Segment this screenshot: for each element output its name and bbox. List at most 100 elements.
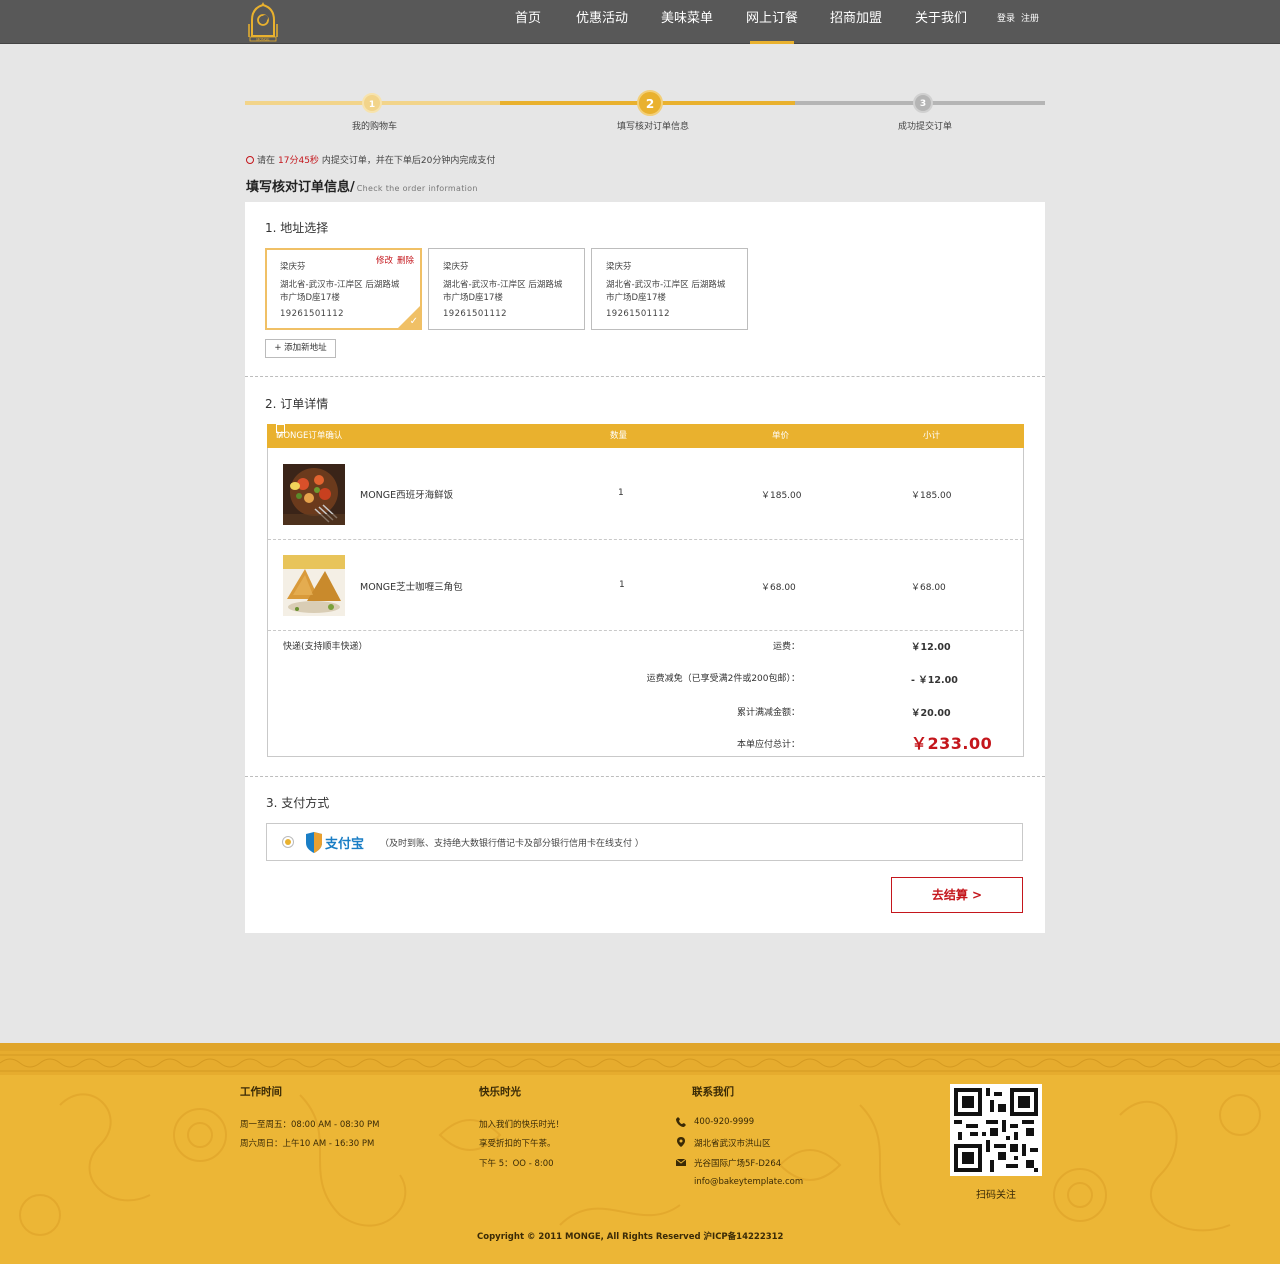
- order-row: MONGE西班牙海鲜饭 1 ￥185.00 ￥185.00: [268, 448, 1023, 540]
- address-name: 梁庆芬: [606, 262, 632, 272]
- nav-promotions[interactable]: 优惠活动: [574, 0, 630, 44]
- item-name: MONGE芝士咖喱三角包: [360, 582, 463, 593]
- top-navigation-bar: MONGE 首页 优惠活动 美味菜单 网上订餐 招商加盟 关于我们 登录 注册: [0, 0, 1280, 44]
- item-name: MONGE西班牙海鲜饭: [360, 490, 454, 501]
- checkout-button[interactable]: 去结算 >: [891, 877, 1023, 913]
- nav-online-order[interactable]: 网上订餐: [744, 0, 800, 44]
- footer-happy-line: 加入我们的快乐时光！: [479, 1120, 565, 1130]
- nav-menu[interactable]: 美味菜单: [659, 0, 715, 44]
- footer-hours-title: 工作时间: [240, 1086, 282, 1098]
- footer-hours-weekend: 周六周日：上午10 AM - 16:30 PM: [240, 1139, 375, 1149]
- footer-happy-line: 享受折扣的下午茶。: [479, 1139, 556, 1149]
- step-3-label: 成功提交订单: [898, 122, 953, 132]
- step-3-circle: 3: [913, 93, 933, 113]
- notice-prefix: 请在: [257, 156, 276, 166]
- mail-icon: [676, 1158, 686, 1166]
- shipping-method: 快递(支持顺丰快递）: [283, 642, 368, 652]
- address-phone: 19261501112: [443, 309, 507, 319]
- col-qty: 数量: [610, 431, 628, 441]
- address-section-title: 1. 地址选择: [265, 221, 329, 235]
- footer-address-1: 湖北省武汉市洪山区: [694, 1139, 771, 1149]
- copyright: Copyright © 2011 MONGE, All Rights Reser…: [477, 1232, 784, 1242]
- payment-option-alipay[interactable]: 支付宝 （及时到账、支持绝大数银行借记卡及部分银行信用卡在线支付 ）: [266, 823, 1023, 861]
- footer: 工作时间 周一至周五：08:00 AM - 08:30 PM 周六周日：上午10…: [0, 1043, 1280, 1264]
- address-line: 市广场D座17楼: [606, 293, 666, 303]
- address-actions: 修改 删除: [372, 255, 414, 268]
- grand-total-value: ￥233.00: [911, 734, 993, 753]
- nav-home[interactable]: 首页: [508, 0, 548, 44]
- register-link[interactable]: 注册: [1021, 0, 1039, 40]
- check-icon: ✓: [409, 316, 418, 327]
- col-subtotal: 小计: [923, 431, 941, 441]
- nav-franchise[interactable]: 招商加盟: [828, 0, 884, 44]
- clock-icon: [246, 155, 254, 164]
- total-saved-value: ￥20.00: [911, 708, 951, 719]
- order-table: ✓ MONGE订单确认 数量 单价 小计 MONGE西班牙海鲜饭 1 ￥185.…: [267, 424, 1024, 757]
- footer-email[interactable]: info@bakeytemplate.com: [694, 1177, 803, 1187]
- footer-happy-line: 下午 5：OO - 8:00: [479, 1159, 554, 1169]
- qr-label: 扫码关注: [976, 1190, 1016, 1201]
- payment-section-title: 3. 支付方式: [266, 796, 330, 810]
- address-card-2[interactable]: 梁庆芬 湖北省-武汉市-江岸区 后湖路城 市广场D座17楼 1926150111…: [428, 248, 585, 330]
- address-line: 市广场D座17楼: [280, 293, 340, 303]
- edit-address-link[interactable]: 修改: [376, 256, 393, 266]
- freight-value: ￥12.00: [911, 642, 951, 653]
- payment-description: （及时到账、支持绝大数银行借记卡及部分银行信用卡在线支付 ）: [380, 839, 644, 849]
- address-name: 梁庆芬: [443, 262, 469, 272]
- address-card-3[interactable]: 梁庆芬 湖北省-武汉市-江岸区 后湖路城 市广场D座17楼 1926150111…: [591, 248, 748, 330]
- footer-ornament-border: [0, 1051, 1280, 1075]
- footer-top-band: [0, 1043, 1280, 1051]
- step-2-circle: 2: [637, 90, 663, 116]
- footer-hours-weekday: 周一至周五：08:00 AM - 08:30 PM: [240, 1120, 380, 1130]
- alipay-radio[interactable]: [282, 836, 294, 848]
- add-address-button[interactable]: + 添加新地址: [265, 339, 336, 358]
- delete-address-link[interactable]: 删除: [397, 256, 414, 266]
- freight-label: 运费：: [772, 642, 800, 652]
- freight-discount-value: - ￥12.00: [911, 675, 958, 686]
- curry-samosa-image: [283, 555, 345, 616]
- address-line: 湖北省-武汉市-江岸区 后湖路城: [443, 280, 563, 290]
- footer-phone[interactable]: 400-920-9999: [694, 1117, 754, 1127]
- nav-about[interactable]: 关于我们: [913, 0, 969, 44]
- page-title-en: Check the order information: [356, 184, 478, 193]
- page-title-zh: 填写核对订单信息/: [246, 180, 355, 195]
- footer-address-2: 光谷国际广场5F-D264: [694, 1159, 782, 1169]
- item-qty: 1: [618, 488, 624, 498]
- svg-text:MONGE: MONGE: [256, 38, 270, 42]
- step-2-label: 填写核对订单信息: [617, 122, 690, 132]
- col-item: MONGE订单确认: [276, 431, 343, 441]
- section-divider: [245, 376, 1045, 377]
- total-saved-label: 累计满减金额：: [736, 708, 800, 718]
- location-icon: [677, 1137, 685, 1147]
- payment-deadline-notice: 请在 17分45秒 内提交订单，并在下单后20分钟内完成支付: [246, 153, 495, 166]
- section-divider: [245, 776, 1045, 777]
- item-qty: 1: [619, 580, 625, 590]
- step-1-label: 我的购物车: [352, 122, 398, 132]
- alipay-logo: 支付宝: [306, 832, 364, 853]
- address-line: 市广场D座17楼: [443, 293, 503, 303]
- phone-icon: [676, 1117, 686, 1127]
- col-price: 单价: [772, 431, 790, 441]
- grand-total-label: 本单应付总计：: [736, 740, 800, 750]
- order-panel: 1. 地址选择 修改 删除 梁庆芬 湖北省-武汉市-江岸区 后湖路城 市广场D座1…: [245, 202, 1045, 933]
- footer-contact-title: 联系我们: [692, 1086, 734, 1098]
- order-row: MONGE芝士咖喱三角包 1 ￥68.00 ￥68.00: [268, 541, 1023, 631]
- login-link[interactable]: 登录: [997, 0, 1015, 40]
- address-line: 湖北省-武汉市-江岸区 后湖路城: [606, 280, 726, 290]
- item-price: ￥68.00: [761, 583, 796, 593]
- step-1-circle: 1: [362, 93, 382, 113]
- seafood-paella-image: [283, 464, 345, 525]
- item-price: ￥185.00: [761, 491, 802, 501]
- countdown-time: 17分45秒: [278, 156, 319, 166]
- monge-logo[interactable]: MONGE: [246, 2, 280, 42]
- qr-code: [950, 1084, 1042, 1176]
- order-table-header: ✓ MONGE订单确认 数量 单价 小计: [267, 424, 1024, 448]
- svg-text:支付宝: 支付宝: [324, 836, 364, 852]
- address-phone: 19261501112: [606, 309, 670, 319]
- address-card-1[interactable]: 修改 删除 梁庆芬 湖北省-武汉市-江岸区 后湖路城 市广场D座17楼 19261…: [265, 248, 422, 330]
- item-subtotal: ￥185.00: [911, 491, 952, 501]
- notice-suffix: 内提交订单，并在下单后20分钟内完成支付: [321, 156, 496, 166]
- address-line: 湖北省-武汉市-江岸区 后湖路城: [280, 280, 400, 290]
- order-section-title: 2. 订单详情: [265, 397, 329, 411]
- item-subtotal: ￥68.00: [911, 583, 946, 593]
